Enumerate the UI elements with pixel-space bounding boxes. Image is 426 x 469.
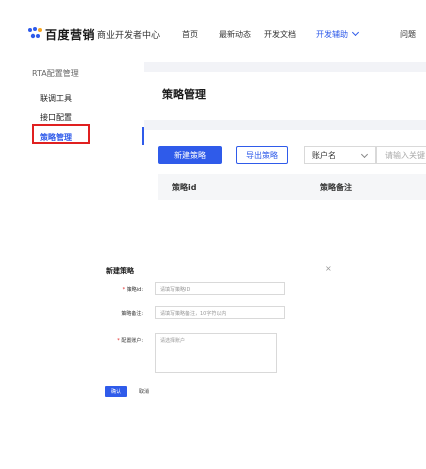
baidu-logo-icon [28, 27, 42, 39]
brand-subtitle: 商业开发者中心 [97, 31, 161, 41]
strategy-note-label: 策略备注: [99, 310, 143, 317]
account-select[interactable]: 账户名 [304, 146, 376, 164]
nav-faq[interactable]: 问题 [400, 29, 416, 40]
nav-home[interactable]: 首页 [182, 29, 198, 40]
account-config-textarea[interactable]: 请选择账户 [155, 333, 277, 373]
cancel-button[interactable]: 取消 [133, 386, 155, 397]
highlight-box [32, 124, 90, 144]
chevron-down-icon [351, 28, 360, 37]
chevron-down-icon [360, 150, 369, 159]
nav-dev-assist-label: 开发辅助 [316, 30, 348, 39]
new-strategy-button[interactable]: 新建策略 [158, 146, 222, 164]
strategy-id-label-text: 策略id: [126, 287, 143, 293]
account-select-value: 账户名 [312, 151, 336, 160]
close-icon[interactable]: × [325, 264, 332, 273]
sidebar-item-debug-tool[interactable]: 联调工具 [40, 93, 72, 104]
strategy-note-input[interactable]: 请填写策略备注，10字符以内 [155, 306, 285, 319]
title-card: 策略管理 [144, 72, 426, 120]
strategy-note-label-text: 策略备注: [121, 311, 143, 317]
dialog-title: 新建策略 [106, 267, 134, 275]
export-strategy-button[interactable]: 导出策略 [236, 146, 288, 164]
account-config-label: * 配置账户: [117, 338, 143, 344]
column-header-strategy-note: 策略备注 [320, 183, 352, 192]
nav-news[interactable]: 最新动态 [219, 29, 251, 40]
account-config-label-text: 配置账户: [121, 338, 143, 344]
column-header-strategy-id: 策略id [172, 183, 197, 192]
brand-name[interactable]: 百度营销 [45, 26, 95, 43]
top-nav: 百度营销 商业开发者中心 首页 最新动态 开发文档 开发辅助 问题 [0, 0, 426, 62]
sidebar-group-title: RTA配置管理 [32, 69, 79, 78]
strategy-id-label: * 策略id: [122, 287, 143, 293]
new-strategy-dialog: 新建策略 × * 策略id: 请填写策略ID 策略备注: 请填写策略备注，10字… [99, 254, 343, 406]
sidebar-item-api-config[interactable]: 接口配置 [40, 112, 72, 123]
table-header: 策略id 策略备注 [158, 174, 426, 200]
strategy-id-input[interactable]: 请填写策略ID [155, 282, 285, 295]
search-input[interactable]: 请输入关键 [376, 146, 426, 164]
confirm-button[interactable]: 确认 [105, 386, 127, 397]
page-title: 策略管理 [162, 88, 206, 101]
content-card: 新建策略 导出策略 账户名 请输入关键 策略id 策略备注 [144, 130, 426, 254]
nav-docs[interactable]: 开发文档 [264, 29, 296, 40]
nav-dev-assist[interactable]: 开发辅助 [316, 28, 360, 40]
sidebar: RTA配置管理 联调工具 接口配置 策略管理 [0, 62, 144, 254]
